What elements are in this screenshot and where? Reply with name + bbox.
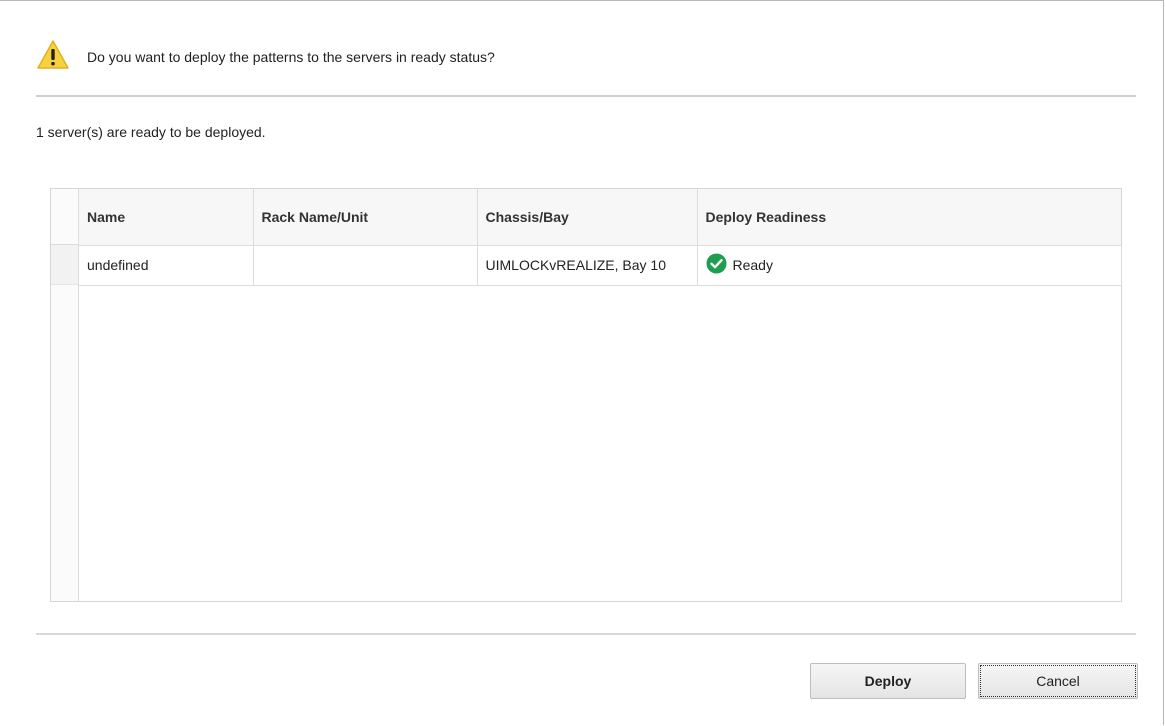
deploy-button[interactable]: Deploy (810, 663, 966, 699)
cancel-button[interactable]: Cancel (978, 663, 1138, 699)
servers-grid: Name Rack Name/Unit Chassis/Bay Deploy R… (79, 189, 1122, 286)
readiness-label: Ready (732, 257, 773, 273)
ready-count-text: 1 server(s) are ready to be deployed. (36, 124, 266, 140)
row-selector[interactable] (51, 245, 78, 285)
gutter-header (51, 189, 78, 245)
cell-chassis: UIMLOCKvREALIZE, Bay 10 (477, 245, 698, 286)
table-header-row: Name Rack Name/Unit Chassis/Bay Deploy R… (79, 189, 1121, 246)
column-header-rack[interactable]: Rack Name/Unit (253, 189, 478, 246)
cell-name: undefined (79, 245, 254, 286)
dialog-header: Do you want to deploy the patterns to th… (36, 37, 495, 77)
readiness-status: Ready (706, 253, 1113, 277)
confirmation-question: Do you want to deploy the patterns to th… (87, 49, 495, 65)
table-row[interactable]: undefined UIMLOCKvREALIZE, Bay 10 Ready (79, 245, 1122, 286)
warning-icon (36, 39, 87, 76)
cell-readiness: Ready (697, 245, 1122, 286)
column-header-chassis[interactable]: Chassis/Bay (477, 189, 698, 246)
column-header-readiness[interactable]: Deploy Readiness (697, 189, 1121, 246)
header-divider (36, 95, 1136, 97)
footer-divider (36, 633, 1136, 635)
deploy-dialog: Do you want to deploy the patterns to th… (0, 0, 1164, 725)
column-header-name[interactable]: Name (79, 189, 254, 246)
row-selector-gutter (51, 189, 79, 601)
cell-rack (253, 245, 478, 286)
check-circle-icon (706, 253, 733, 277)
servers-table: Name Rack Name/Unit Chassis/Bay Deploy R… (50, 188, 1122, 602)
